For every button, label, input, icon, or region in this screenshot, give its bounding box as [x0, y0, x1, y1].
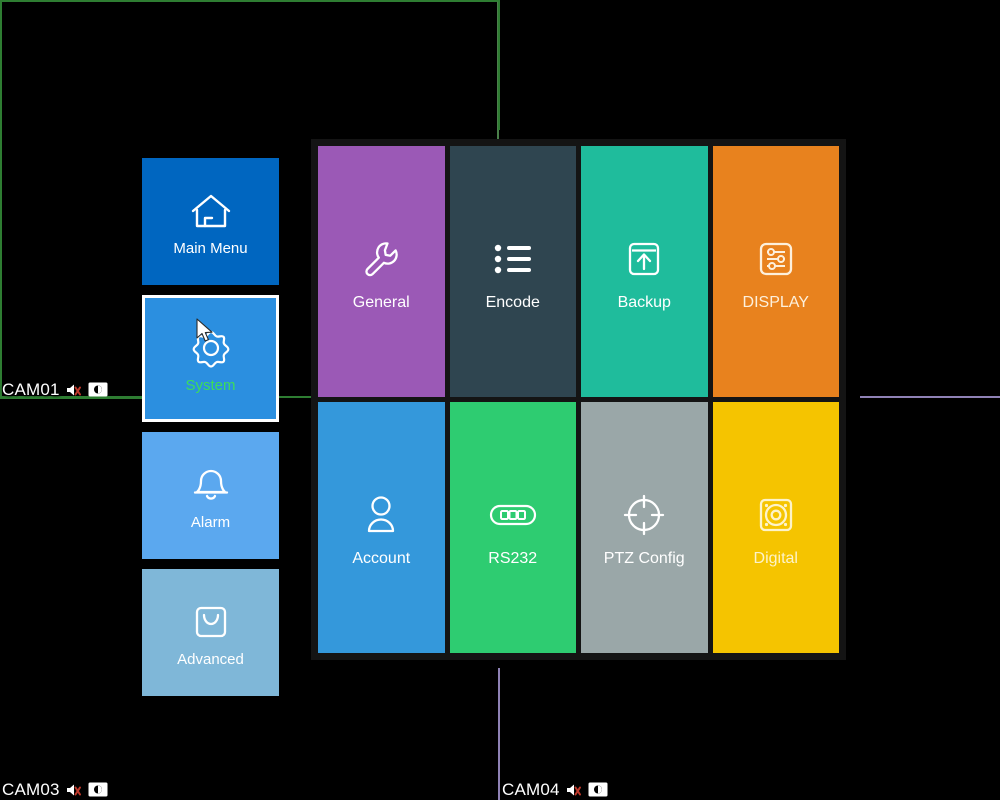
- serial-port-icon: [487, 489, 539, 541]
- sidebar-item-advanced[interactable]: Advanced: [142, 569, 279, 696]
- sidebar-item-label: Main Menu: [173, 240, 248, 257]
- wrench-icon: [357, 233, 405, 285]
- tile-encode[interactable]: Encode: [449, 146, 576, 397]
- camera-name: CAM01: [2, 380, 60, 399]
- sidebar-item-label: Alarm: [190, 514, 231, 531]
- sidebar-item-alarm[interactable]: Alarm: [142, 432, 279, 559]
- camera-record-icon: [88, 782, 108, 797]
- tile-display[interactable]: DISPLAY: [712, 146, 839, 397]
- tile-label: Backup: [617, 293, 671, 311]
- camera-name: CAM04: [502, 780, 560, 799]
- list-icon: [489, 233, 537, 285]
- tile-ptz-config[interactable]: PTZ Config: [581, 402, 708, 653]
- tile-label: Account: [352, 549, 411, 567]
- bell-icon: [188, 461, 234, 509]
- sliders-icon: [753, 233, 799, 285]
- tile-label: Digital: [753, 549, 798, 567]
- upload-icon: [621, 233, 667, 285]
- speaker-muted-icon: [65, 782, 83, 798]
- camera-label-cam04: CAM04: [502, 781, 608, 798]
- tile-backup[interactable]: Backup: [581, 146, 708, 397]
- tile-general[interactable]: General: [318, 146, 445, 397]
- tile-account[interactable]: Account: [318, 402, 445, 653]
- tile-rs232[interactable]: RS232: [449, 402, 576, 653]
- divider-vertical-top: [498, 0, 500, 130]
- home-icon: [188, 187, 234, 235]
- sidebar-item-label: Advanced: [177, 651, 244, 668]
- tile-label: General: [352, 293, 410, 311]
- menu-sidebar: Main Menu System Alarm Advanced: [142, 158, 279, 706]
- divider-vertical-bottom: [498, 668, 500, 800]
- sidebar-item-main-menu[interactable]: Main Menu: [142, 158, 279, 285]
- camera-name: CAM03: [2, 780, 60, 799]
- camera-label-cam01: CAM01: [2, 381, 108, 398]
- divider-horizontal-right: [860, 396, 1000, 398]
- main-menu-overlay: Main Menu System Alarm Advanced General …: [142, 139, 848, 696]
- sidebar-item-label: System: [185, 377, 236, 394]
- tile-label: Encode: [485, 293, 540, 311]
- sidebar-item-system[interactable]: System: [142, 295, 279, 422]
- gear-icon: [187, 324, 235, 372]
- tile-label: DISPLAY: [742, 293, 809, 311]
- lens-icon: [753, 489, 799, 541]
- crosshair-icon: [621, 489, 667, 541]
- speaker-muted-icon: [565, 782, 583, 798]
- user-icon: [360, 489, 402, 541]
- tile-label: PTZ Config: [603, 549, 685, 567]
- speaker-muted-icon: [65, 382, 83, 398]
- tile-digital[interactable]: Digital: [712, 402, 839, 653]
- tile-label: RS232: [488, 549, 538, 567]
- camera-record-icon: [88, 382, 108, 397]
- tray-icon: [189, 598, 233, 646]
- camera-label-cam03: CAM03: [2, 781, 108, 798]
- menu-tile-panel: General Encode Backup DISPLAY Account RS…: [311, 139, 846, 660]
- camera-record-icon: [588, 782, 608, 797]
